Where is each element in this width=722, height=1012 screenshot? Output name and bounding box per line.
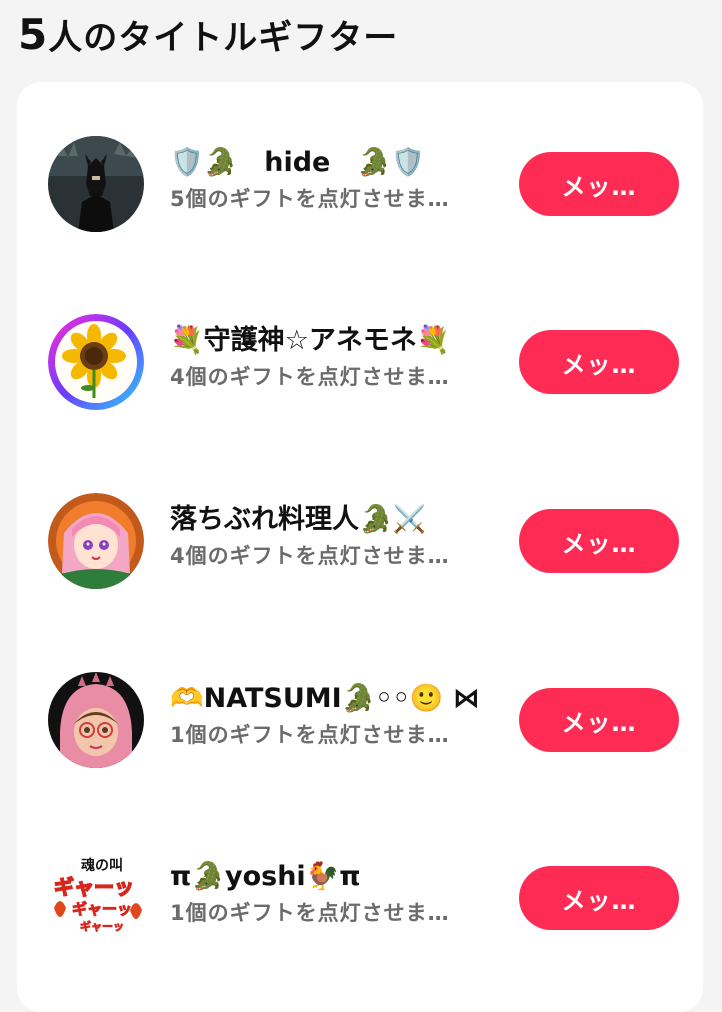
gift-count-text: 5個のギフトを点灯させま…	[170, 187, 450, 211]
gifter-row[interactable]: 魂の叫 ギャーッ ギャーッ ギャーッ π🐊yoshi🐓π 1個のギフトを点灯させ…	[17, 848, 703, 948]
gifter-count: 5	[18, 10, 49, 59]
page-title-text: 人のタイトルギフター	[48, 18, 399, 58]
avatar[interactable]	[48, 493, 144, 589]
gifter-name: 🫶NATSUMI🐊◦◦🙂 ⋈	[170, 683, 480, 714]
avatar[interactable]	[48, 672, 144, 768]
gift-count-text: 4個のギフトを点灯させま…	[170, 365, 450, 389]
gyaatsu-logo-avatar-icon: 魂の叫 ギャーッ ギャーッ ギャーッ	[48, 850, 144, 946]
avatar-text-mid: ギャーッ	[72, 900, 132, 918]
gifter-row[interactable]: 💐守護神☆アネモネ💐 4個のギフトを点灯させま… メッ…	[17, 312, 703, 412]
avatar[interactable]	[48, 136, 144, 232]
gifter-row[interactable]: 落ちぶれ料理人🐊⚔️ 4個のギフトを点灯させま… メッ…	[17, 491, 703, 591]
gift-count-text: 4個のギフトを点灯させま…	[170, 544, 450, 568]
anime-character-avatar-icon	[48, 493, 144, 589]
gifter-name: 🛡️🐊 hide 🐊🛡️	[170, 147, 425, 178]
sunflower-avatar-icon	[48, 314, 144, 410]
avatar-text-main: ギャーッ	[54, 875, 134, 899]
avatar-text-top: 魂の叫	[81, 857, 123, 874]
batman-avatar-icon	[48, 136, 144, 232]
gifter-row[interactable]: 🫶NATSUMI🐊◦◦🙂 ⋈ 1個のギフトを点灯させま… メッ…	[17, 670, 703, 770]
gifter-name: 落ちぶれ料理人🐊⚔️	[170, 504, 427, 535]
dinosaur-hood-girl-avatar-icon	[48, 672, 144, 768]
avatar[interactable]: 魂の叫 ギャーッ ギャーッ ギャーッ	[48, 850, 144, 946]
gift-count-text: 1個のギフトを点灯させま…	[170, 723, 450, 747]
avatar-text-small: ギャーッ	[80, 919, 124, 933]
message-button[interactable]: メッ…	[519, 330, 679, 394]
gifter-name: π🐊yoshi🐓π	[170, 861, 361, 892]
gifter-list-card: 🛡️🐊 hide 🐊🛡️ 5個のギフトを点灯させま… メッ… 💐守護神☆アネモネ…	[17, 82, 703, 1012]
message-button[interactable]: メッ…	[519, 509, 679, 573]
gifter-row[interactable]: 🛡️🐊 hide 🐊🛡️ 5個のギフトを点灯させま… メッ…	[17, 134, 703, 234]
message-button[interactable]: メッ…	[519, 688, 679, 752]
page-title: 5人のタイトルギフター	[18, 10, 398, 59]
avatar[interactable]	[48, 314, 144, 410]
message-button[interactable]: メッ…	[519, 866, 679, 930]
message-button[interactable]: メッ…	[519, 152, 679, 216]
gift-count-text: 1個のギフトを点灯させま…	[170, 901, 450, 925]
gifter-name: 💐守護神☆アネモネ💐	[170, 325, 451, 356]
